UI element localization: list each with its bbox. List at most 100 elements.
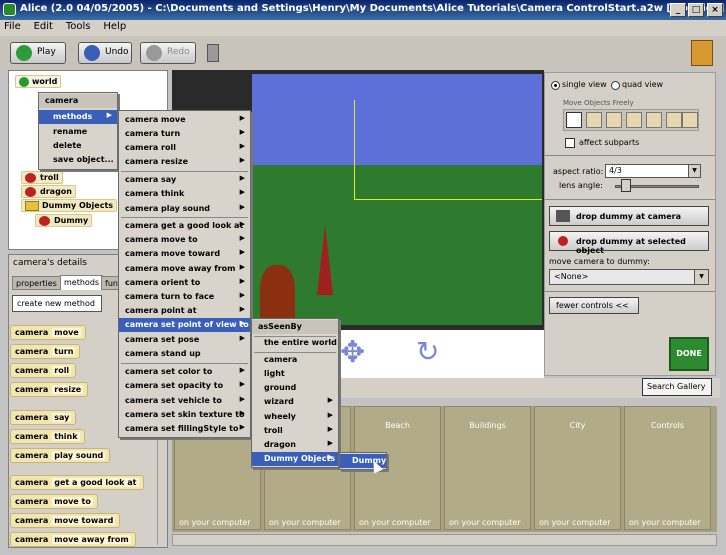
gallery-tile-buildings[interactable]: Buildings on your computer	[444, 406, 531, 530]
menu-item-camera-stand-up[interactable]: camera stand up	[119, 347, 250, 361]
tree-item-dummy[interactable]: Dummy	[35, 214, 93, 227]
dragon-wing	[317, 225, 333, 295]
turn-mode-icon[interactable]	[626, 112, 642, 128]
menu-item-camera-set-opacity-to[interactable]: camera set opacity to ▶	[119, 379, 250, 393]
tree-item-world[interactable]: world	[15, 75, 62, 88]
move-mode-icon[interactable]	[586, 112, 602, 128]
menu-item-the-entire-world[interactable]: the entire world	[252, 336, 338, 350]
slider-thumb[interactable]	[621, 179, 631, 192]
folder-icon	[25, 201, 39, 211]
menu-edit[interactable]: Edit	[34, 21, 53, 32]
gallery-tile-city[interactable]: City on your computer	[534, 406, 621, 530]
quad-view-label: quad view	[622, 80, 664, 89]
drop-dummy-at-selected-button[interactable]: drop dummy at selected object	[549, 231, 709, 255]
gallery-tile-controls[interactable]: Controls on your computer	[624, 406, 711, 530]
play-button[interactable]: Play	[10, 42, 66, 64]
done-button[interactable]: DONE	[669, 337, 709, 371]
single-view-radio[interactable]	[551, 81, 560, 90]
menu-item-wizard[interactable]: wizard ▶	[252, 395, 338, 409]
dummy-select[interactable]: <None> ▼	[549, 269, 709, 285]
resize-mode-icon[interactable]	[682, 112, 698, 128]
menu-item-dummy-objects[interactable]: Dummy Objects ▶	[252, 452, 338, 466]
method-tile-play-sound[interactable]: camera play sound	[10, 448, 111, 463]
menu-item-methods[interactable]: methods ▶	[39, 110, 117, 124]
tree-item-dummy-objects[interactable]: Dummy Objects	[21, 199, 118, 212]
method-tile-turn[interactable]: camera turn	[10, 344, 81, 359]
rotate-icon[interactable]: ↻	[416, 334, 439, 370]
menu-item-ground[interactable]: ground	[252, 381, 338, 395]
menu-item-rename[interactable]: rename	[39, 125, 117, 139]
menu-item-troll[interactable]: troll ▶	[252, 424, 338, 438]
menu-item-camera-resize[interactable]: camera resize ▶	[119, 155, 250, 169]
menu-item-camera-move-toward[interactable]: camera move toward ▶	[119, 247, 250, 261]
search-gallery-button[interactable]: Search Gallery	[642, 378, 712, 396]
menu-item-camera-move-away-from[interactable]: camera move away from ▶	[119, 262, 250, 276]
tilt-mode-icon[interactable]	[646, 112, 662, 128]
menu-item-camera-set-fillingstyle-to[interactable]: camera set fillingStyle to ▶	[119, 422, 250, 436]
trash-icon[interactable]	[207, 44, 219, 62]
create-new-method-button[interactable]: create new method	[12, 295, 102, 312]
fewer-controls-button[interactable]: fewer controls <<	[549, 297, 639, 314]
undo-icon	[84, 45, 100, 61]
dragon-model	[260, 265, 295, 325]
method-tile-move-to[interactable]: camera move to	[10, 494, 98, 509]
menu-item-camera-play-sound[interactable]: camera play sound ▶	[119, 202, 250, 216]
method-tile-resize[interactable]: camera resize	[10, 382, 89, 397]
maximize-button[interactable]: □	[688, 3, 704, 17]
menu-item-camera-set-vehicle-to[interactable]: camera set vehicle to ▶	[119, 394, 250, 408]
quad-view-radio[interactable]	[611, 81, 620, 90]
minimize-button[interactable]: _	[670, 3, 686, 17]
menu-item-camera[interactable]: camera	[252, 353, 338, 367]
move-arrows-icon[interactable]: ✥	[340, 338, 376, 368]
method-tile-roll[interactable]: camera roll	[10, 363, 77, 378]
menu-item-camera-move[interactable]: camera move ▶	[119, 113, 250, 127]
tab-properties[interactable]: properties	[12, 276, 61, 290]
undo-button[interactable]: Undo	[78, 42, 132, 64]
close-button[interactable]: ×	[707, 3, 723, 17]
menu-item-save-object[interactable]: save object...	[39, 153, 117, 167]
menu-item-light[interactable]: light	[252, 367, 338, 381]
method-tile-move-away-from[interactable]: camera move away from	[10, 532, 136, 547]
method-tile-move-toward[interactable]: camera move toward	[10, 513, 121, 528]
menu-item-camera-set-skin-texture-to[interactable]: camera set skin texture to ▶	[119, 408, 250, 422]
tree-item-troll[interactable]: troll	[21, 171, 63, 184]
roll-mode-icon[interactable]	[666, 112, 682, 128]
menu-item-camera-turn-to-face[interactable]: camera turn to face ▶	[119, 290, 250, 304]
menu-bar: File Edit Tools Help	[0, 20, 726, 36]
menu-item-camera-set-pose[interactable]: camera set pose ▶	[119, 333, 250, 347]
menu-file[interactable]: File	[4, 21, 21, 32]
aspect-ratio-label: aspect ratio:	[553, 167, 604, 176]
pointer-mode-icon[interactable]	[566, 112, 582, 128]
menu-tools[interactable]: Tools	[66, 21, 91, 32]
menu-item-camera-move-to[interactable]: camera move to ▶	[119, 233, 250, 247]
menu-help[interactable]: Help	[103, 21, 126, 32]
menu-item-camera-think[interactable]: camera think ▶	[119, 187, 250, 201]
menu-item-camera-say[interactable]: camera say ▶	[119, 173, 250, 187]
menu-item-camera-set-color-to[interactable]: camera set color to ▶	[119, 365, 250, 379]
method-tile-move[interactable]: camera move	[10, 325, 86, 340]
affect-subparts-checkbox[interactable]	[565, 138, 575, 148]
drop-dummy-at-camera-button[interactable]: drop dummy at camera	[549, 206, 709, 226]
menu-item-camera-orient-to[interactable]: camera orient to ▶	[119, 276, 250, 290]
lens-angle-label: lens angle:	[559, 181, 603, 190]
menu-item-wheely[interactable]: wheely ▶	[252, 410, 338, 424]
menu-item-camera-get-a-good-look-at[interactable]: camera get a good look at ▶	[119, 219, 250, 233]
menu-item-camera-turn[interactable]: camera turn ▶	[119, 127, 250, 141]
redo-button[interactable]: Redo	[140, 42, 196, 64]
as-seen-by-header: asSeenBy	[252, 320, 338, 334]
menu-item-delete[interactable]: delete	[39, 139, 117, 153]
method-tile-get-a-good-look-at[interactable]: camera get a good look at	[10, 475, 144, 490]
menu-item-camera-set-point-of-view-to[interactable]: camera set point of view to ▶	[119, 318, 250, 332]
method-tile-say[interactable]: camera say	[10, 410, 77, 425]
menu-item-camera-point-at[interactable]: camera point at ▶	[119, 304, 250, 318]
troll-icon	[25, 173, 36, 183]
up-down-mode-icon[interactable]	[606, 112, 622, 128]
menu-item-camera-roll[interactable]: camera roll ▶	[119, 141, 250, 155]
clipboard-icon[interactable]	[691, 40, 713, 66]
menu-item-dragon[interactable]: dragon ▶	[252, 438, 338, 452]
aspect-ratio-select[interactable]: 4/3 ▼	[605, 164, 701, 178]
method-tile-think[interactable]: camera think	[10, 429, 85, 444]
tree-item-dragon[interactable]: dragon	[21, 185, 76, 198]
gallery-scrollbar[interactable]	[172, 534, 717, 546]
tab-methods[interactable]: methods	[60, 275, 104, 290]
